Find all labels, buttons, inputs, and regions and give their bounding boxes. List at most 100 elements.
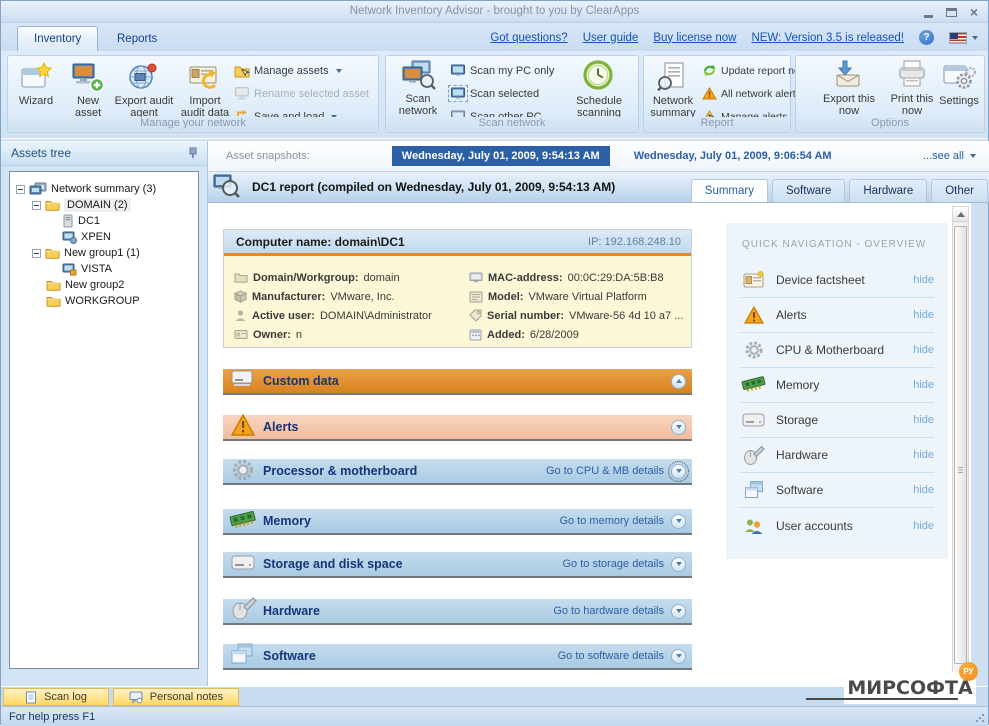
network-summary-button[interactable]: Network summary — [646, 59, 700, 119]
link-user-guide[interactable]: User guide — [583, 32, 639, 44]
factsheet-card-icon — [740, 271, 768, 289]
watermark-text: МИРСОФТА — [847, 677, 972, 699]
goto-storage-details-link[interactable]: Go to storage details — [562, 558, 664, 570]
help-icon[interactable]: ? — [919, 30, 934, 45]
tree-item-new-group1[interactable]: New group1 (1) — [32, 245, 140, 261]
pin-icon[interactable] — [188, 147, 198, 159]
goto-software-details-link[interactable]: Go to software details — [558, 650, 664, 662]
vertical-scrollbar[interactable] — [952, 206, 969, 683]
collapse-icon[interactable] — [16, 185, 25, 194]
tab-hardware[interactable]: Hardware — [849, 179, 927, 202]
snapshot-selected[interactable]: Wednesday, July 01, 2009, 9:54:13 AM — [392, 146, 610, 166]
hide-link[interactable]: hide — [913, 484, 934, 496]
assets-tree: Network summary (3) DOMAIN (2) DC1 XPEN … — [9, 171, 199, 669]
expand-section-button[interactable] — [671, 604, 686, 619]
rename-asset-button[interactable]: Rename selected asset — [234, 84, 369, 103]
all-network-alerts-button[interactable]: All network alerts — [702, 84, 801, 103]
tab-other[interactable]: Other — [931, 179, 988, 202]
tree-item-new-group2[interactable]: New group2 — [46, 277, 124, 293]
tab-inventory[interactable]: Inventory — [17, 26, 98, 51]
maximize-button[interactable] — [946, 8, 957, 17]
section-software[interactable]: Software Go to software details — [223, 644, 692, 670]
settings-button[interactable]: Settings — [936, 59, 982, 119]
tree-item-workgroup[interactable]: WORKGROUP — [46, 293, 140, 309]
scrollbar-thumb[interactable] — [954, 226, 967, 664]
expand-section-button[interactable] — [671, 464, 686, 479]
new-asset-button[interactable]: New asset — [64, 59, 112, 119]
import-audit-data-button[interactable]: Import audit data — [176, 59, 234, 119]
collapse-icon[interactable] — [32, 201, 41, 210]
tree-item-domain[interactable]: DOMAIN (2) — [32, 197, 131, 213]
hide-link[interactable]: hide — [913, 449, 934, 461]
scan-my-pc-button[interactable]: Scan my PC only — [450, 61, 554, 80]
link-got-questions[interactable]: Got questions? — [490, 32, 567, 44]
goto-memory-details-link[interactable]: Go to memory details — [559, 515, 664, 527]
language-selector[interactable] — [949, 32, 978, 44]
hide-link[interactable]: hide — [913, 520, 934, 532]
factsheet-row: Manufacturer:VMware, Inc. — [234, 287, 395, 306]
link-new-version[interactable]: NEW: Version 3.5 is released! — [751, 32, 904, 44]
hide-link[interactable]: hide — [913, 274, 934, 286]
collapse-icon[interactable] — [32, 249, 41, 258]
link-buy-license[interactable]: Buy license now — [653, 32, 736, 44]
section-hardware[interactable]: Hardware Go to hardware details — [223, 599, 692, 625]
tab-personal-notes[interactable]: Personal notes — [113, 688, 239, 706]
see-all-link[interactable]: ...see all — [923, 150, 976, 162]
snapshot-previous[interactable]: Wednesday, July 01, 2009, 9:06:54 AM — [634, 150, 832, 162]
quick-nav-item-cpu[interactable]: CPU & Motherboard hide — [740, 333, 934, 368]
tab-reports[interactable]: Reports — [101, 26, 173, 51]
tree-item-vista[interactable]: VISTA — [62, 261, 112, 277]
goto-cpu-details-link[interactable]: Go to CPU & MB details — [546, 465, 664, 477]
quick-nav-item-hardware[interactable]: Hardware hide — [740, 438, 934, 473]
section-storage[interactable]: Storage and disk space Go to storage det… — [223, 552, 692, 578]
manage-assets-button[interactable]: Manage assets — [234, 61, 342, 80]
schedule-scanning-button[interactable]: Schedule scanning — [564, 59, 634, 119]
section-memory[interactable]: Memory Go to memory details — [223, 509, 692, 535]
quick-nav-item-device-factsheet[interactable]: Device factsheet hide — [740, 263, 934, 298]
expand-section-button[interactable] — [671, 649, 686, 664]
collapse-section-button[interactable] — [671, 374, 686, 389]
monitor-icon — [450, 64, 466, 77]
scroll-up-button[interactable] — [953, 207, 968, 222]
quick-nav-item-software[interactable]: Software hide — [740, 473, 934, 508]
print-this-now-button[interactable]: Print this now — [884, 59, 940, 119]
bottom-tab-bar: Scan log Personal notes — [1, 686, 988, 706]
ram-icon — [740, 377, 768, 393]
close-button[interactable]: × — [970, 5, 978, 19]
minimize-button[interactable] — [924, 15, 933, 18]
expand-section-button[interactable] — [671, 420, 686, 435]
hide-link[interactable]: hide — [913, 379, 934, 391]
tree-item-xpen[interactable]: XPEN — [62, 229, 111, 245]
tab-software[interactable]: Software — [772, 179, 845, 202]
update-report-button[interactable]: Update report now — [702, 61, 807, 80]
hide-link[interactable]: hide — [913, 344, 934, 356]
hide-link[interactable]: hide — [913, 414, 934, 426]
quick-nav-item-alerts[interactable]: Alerts hide — [740, 298, 934, 333]
tag-icon — [469, 309, 482, 322]
quick-nav-item-memory[interactable]: Memory hide — [740, 368, 934, 403]
calendar-icon — [469, 328, 482, 341]
resize-grip[interactable] — [975, 713, 985, 723]
expand-section-button[interactable] — [671, 557, 686, 572]
quick-nav-item-storage[interactable]: Storage hide — [740, 403, 934, 438]
report-title: DC1 report (compiled on Wednesday, July … — [252, 180, 615, 194]
scan-network-button[interactable]: Scan network — [390, 59, 446, 119]
tree-item-network-summary[interactable]: Network summary (3) — [16, 181, 156, 197]
tab-summary[interactable]: Summary — [691, 179, 768, 202]
section-alerts[interactable]: Alerts — [223, 415, 692, 441]
scan-selected-button[interactable]: Scan selected — [450, 84, 539, 103]
status-help-text: For help press F1 — [9, 711, 95, 723]
goto-hardware-details-link[interactable]: Go to hardware details — [553, 605, 664, 617]
export-audit-agent-button[interactable]: Export audit agent — [112, 59, 176, 119]
wizard-button[interactable]: Wizard — [10, 59, 62, 119]
audit-card-icon — [188, 59, 222, 93]
hide-link[interactable]: hide — [913, 309, 934, 321]
section-custom-data[interactable]: Custom data — [223, 369, 692, 395]
monitor-icon — [469, 272, 483, 284]
tab-scan-log[interactable]: Scan log — [3, 688, 109, 706]
quick-nav-item-user-accounts[interactable]: User accounts hide — [740, 508, 934, 543]
export-this-now-button[interactable]: Export this now — [818, 59, 880, 119]
section-cpu-motherboard[interactable]: Processor & motherboard Go to CPU & MB d… — [223, 459, 692, 485]
expand-section-button[interactable] — [671, 514, 686, 529]
tree-item-dc1[interactable]: DC1 — [62, 213, 100, 229]
